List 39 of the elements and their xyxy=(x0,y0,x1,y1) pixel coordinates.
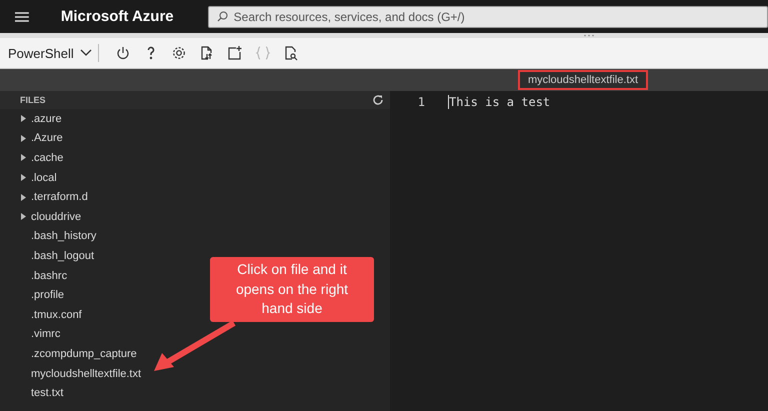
search-icon xyxy=(216,11,228,22)
file-item[interactable]: mycloudshelltextfile.txt xyxy=(31,368,142,380)
file-search-icon[interactable] xyxy=(282,45,299,61)
search-bar[interactable]: Search resources, services, and docs (G+/) xyxy=(208,6,768,28)
brand-title[interactable]: Microsoft Azure xyxy=(60,8,180,25)
editor-tab[interactable]: mycloudshelltextfile.txt xyxy=(518,70,648,90)
annotation-callout: Click on file and it opens on the right hand side xyxy=(210,257,374,322)
file-item[interactable]: test.txt xyxy=(31,387,64,400)
search-input[interactable]: Search resources, services, and docs (G+/) xyxy=(234,10,767,24)
files-title: FILES xyxy=(20,95,46,105)
chevron-icon xyxy=(80,49,92,57)
file-item[interactable]: .tmux.conf xyxy=(31,308,82,321)
file-item[interactable]: .cache xyxy=(31,152,64,164)
power-icon[interactable] xyxy=(114,45,131,61)
settings-icon[interactable] xyxy=(170,45,187,61)
new-file-icon[interactable] xyxy=(226,45,243,61)
file-item[interactable]: .zcompdump_capture xyxy=(31,348,137,360)
refresh-icon[interactable] xyxy=(372,94,384,106)
file-item[interactable]: .terraform.d xyxy=(31,191,88,204)
resize-handle[interactable] xyxy=(0,33,768,38)
line-number: 1 xyxy=(416,95,425,109)
shell-dropdown[interactable]: PowerShell xyxy=(6,44,94,62)
expand-arrow-icon[interactable] xyxy=(21,213,26,220)
file-item[interactable]: .bash_logout xyxy=(31,250,94,262)
menu-icon[interactable] xyxy=(15,12,29,22)
file-item[interactable]: .Azure xyxy=(31,132,63,144)
file-item[interactable]: .local xyxy=(31,172,57,184)
file-item[interactable]: .azure xyxy=(31,112,62,125)
expand-arrow-icon[interactable] xyxy=(21,174,26,182)
expand-arrow-icon[interactable] xyxy=(21,194,26,201)
file-item[interactable]: .profile xyxy=(31,289,64,302)
file-item[interactable]: clouddrive xyxy=(31,210,82,223)
expand-arrow-icon[interactable] xyxy=(21,115,26,122)
expand-arrow-icon[interactable] xyxy=(21,154,26,162)
expand-arrow-icon[interactable] xyxy=(21,134,26,142)
file-item[interactable]: .bash_history xyxy=(31,230,96,242)
file-item[interactable]: .bashrc xyxy=(31,270,68,282)
code-line: This is a test xyxy=(448,95,550,109)
file-item[interactable]: .vimrc xyxy=(31,328,60,340)
